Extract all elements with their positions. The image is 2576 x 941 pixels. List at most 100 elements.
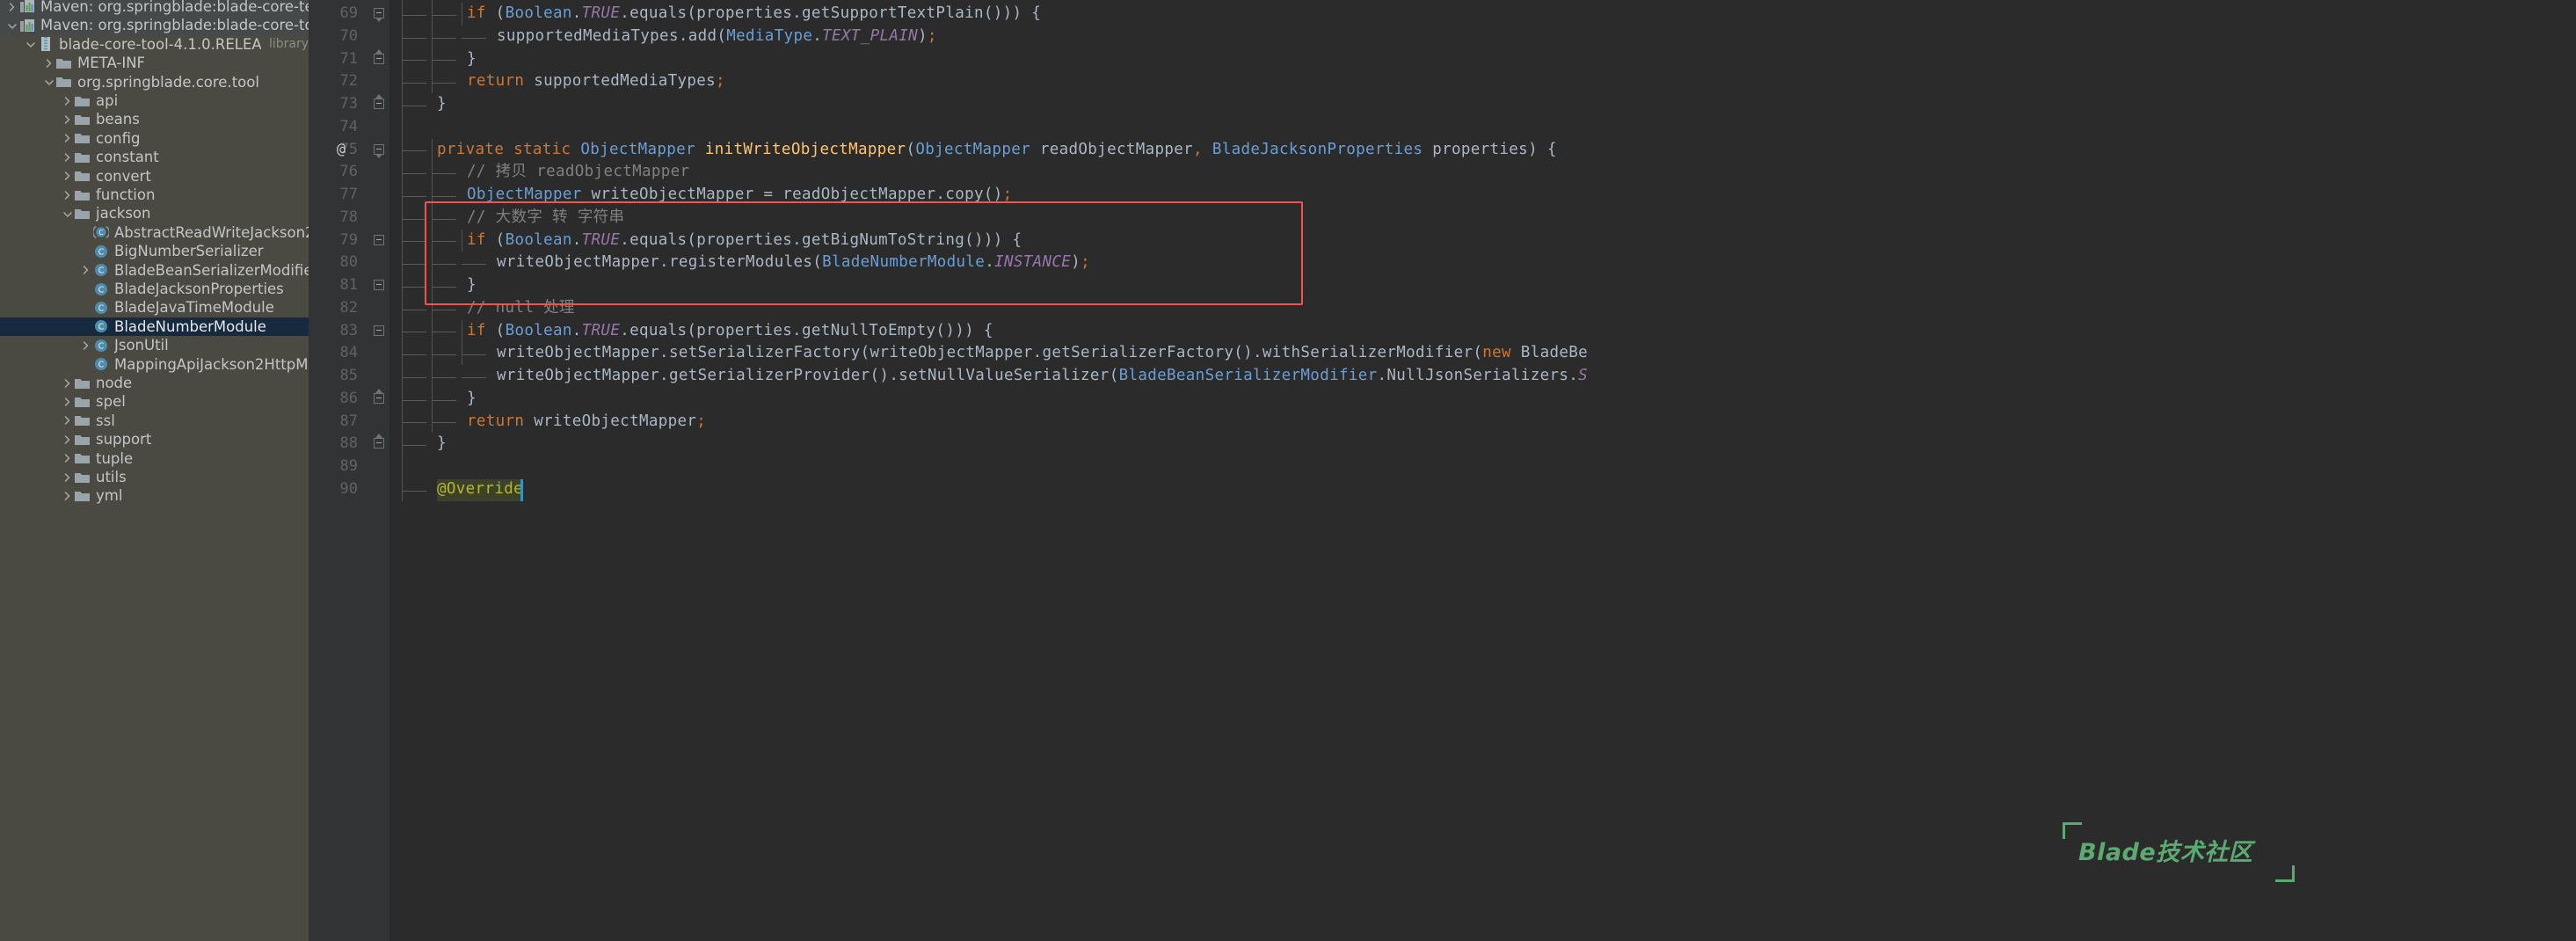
fold-marker[interactable] bbox=[374, 434, 385, 449]
code-token: Boolean bbox=[505, 4, 572, 22]
chevron-right-icon[interactable] bbox=[61, 472, 74, 483]
chevron-down-icon[interactable] bbox=[42, 78, 55, 86]
code-line[interactable]: 80 writeObjectMapper.registerModules(Blad… bbox=[309, 252, 2576, 274]
tree-item-bladejacksonproperties[interactable]: C BladeJacksonProperties bbox=[0, 280, 309, 298]
fold-marker[interactable] bbox=[374, 48, 385, 65]
code-line[interactable]: 86} bbox=[309, 388, 2576, 411]
tree-item-function[interactable]: function bbox=[0, 186, 309, 204]
chevron-right-icon[interactable] bbox=[61, 453, 74, 463]
code-line[interactable]: 79 if (Boolean.TRUE.equals(properties.get… bbox=[309, 230, 2576, 252]
tree-item-api[interactable]: api bbox=[0, 91, 309, 110]
tree-item-constant[interactable]: constant bbox=[0, 148, 309, 166]
chevron-down-icon[interactable] bbox=[5, 22, 18, 30]
chevron-right-icon[interactable] bbox=[61, 133, 74, 143]
fold-marker[interactable] bbox=[374, 94, 385, 110]
chevron-right-icon[interactable] bbox=[79, 265, 92, 275]
fold-marker[interactable] bbox=[374, 234, 385, 246]
tree-item-bladejavatimemodule[interactable]: C BladeJavaTimeModule bbox=[0, 298, 309, 317]
code-editor[interactable]: 69 if (Boolean.TRUE.equals(properties.get… bbox=[309, 0, 2576, 941]
project-tree-sidebar[interactable]: Maven: org.springblade:blade-core-test:4… bbox=[0, 0, 309, 941]
fold-marker[interactable] bbox=[374, 143, 385, 158]
fold-marker[interactable] bbox=[374, 388, 385, 405]
chevron-right-icon[interactable] bbox=[42, 58, 55, 69]
code-token: ( bbox=[485, 4, 506, 22]
tree-item-bladenumbermodule[interactable]: C BladeNumberModule bbox=[0, 317, 309, 337]
code-line[interactable]: 73} bbox=[309, 93, 2576, 116]
tree-item-maven-org-springblade-blade-core-test-4[interactable]: Maven: org.springblade:blade-core-test:4… bbox=[0, 0, 309, 17]
code-line[interactable]: 72 return supportedMediaTypes; bbox=[309, 70, 2576, 93]
tree-item-abstractreadwritejackson2httpm[interactable]: C AbstractReadWriteJackson2HttpM bbox=[0, 223, 309, 242]
tree-item-meta-inf[interactable]: META-INF bbox=[0, 54, 309, 72]
chevron-right-icon[interactable] bbox=[61, 190, 74, 201]
code-line[interactable]: 77 ObjectMapper writeObjectMapper = readO… bbox=[309, 184, 2576, 207]
code-line[interactable]: 78 // 大数字 转 字符串 bbox=[309, 207, 2576, 230]
tree-item-blade-core-tool-4-1-0-release-jar[interactable]: blade-core-tool-4.1.0.RELEASE.jar library bbox=[0, 35, 309, 54]
tree-item-convert[interactable]: convert bbox=[0, 167, 309, 186]
code-line[interactable]: 76 // 拷贝 readObjectMapper bbox=[309, 161, 2576, 184]
tree-item-config[interactable]: config bbox=[0, 129, 309, 148]
chevron-right-icon[interactable] bbox=[61, 491, 74, 501]
folder-icon bbox=[74, 207, 91, 221]
tree-item-spel[interactable]: spel bbox=[0, 392, 309, 411]
tree-item-beans[interactable]: beans bbox=[0, 110, 309, 128]
chevron-right-icon[interactable] bbox=[61, 415, 74, 426]
fold-marker[interactable] bbox=[374, 325, 385, 337]
code-line[interactable]: 88} bbox=[309, 433, 2576, 456]
chevron-right-icon[interactable] bbox=[5, 2, 18, 12]
code-line[interactable]: 81} bbox=[309, 274, 2576, 297]
code-lines-container[interactable]: 69 if (Boolean.TRUE.equals(properties.get… bbox=[309, 0, 2576, 941]
code-token: writeObjectMapper.getSerializerProvider(… bbox=[497, 367, 1119, 384]
tree-item-bignumberserializer[interactable]: C BigNumberSerializer bbox=[0, 242, 309, 260]
chevron-down-icon[interactable] bbox=[24, 40, 37, 48]
code-line[interactable]: 70 supportedMediaTypes.add(MediaType.TEXT… bbox=[309, 26, 2576, 48]
chevron-right-icon[interactable] bbox=[61, 114, 74, 125]
code-token: } bbox=[467, 49, 477, 68]
chevron-right-icon[interactable] bbox=[61, 378, 74, 389]
chevron-right-icon[interactable] bbox=[61, 152, 74, 163]
tree-item-jackson[interactable]: jackson bbox=[0, 204, 309, 222]
fold-marker[interactable] bbox=[374, 280, 385, 291]
tree-item-ssl[interactable]: ssl bbox=[0, 412, 309, 430]
code-line[interactable]: 89 bbox=[309, 456, 2576, 478]
chevron-down-icon[interactable] bbox=[61, 210, 74, 218]
code-text: writeObjectMapper.getSerializerProvider(… bbox=[497, 365, 1588, 388]
indent-guide-dash bbox=[462, 37, 486, 39]
tree-item-mappingapijackson2httpmessag[interactable]: C MappingApiJackson2HttpMessag bbox=[0, 355, 309, 374]
code-line[interactable]: 82 // null 处理 bbox=[309, 297, 2576, 320]
chevron-right-icon[interactable] bbox=[61, 434, 74, 445]
tree-item-utils[interactable]: utils bbox=[0, 468, 309, 486]
tree-item-support[interactable]: support bbox=[0, 430, 309, 449]
code-line[interactable]: 84 writeObjectMapper.setSerializerFactory… bbox=[309, 342, 2576, 365]
code-line[interactable]: 69 if (Boolean.TRUE.equals(properties.get… bbox=[309, 3, 2576, 26]
fold-marker[interactable] bbox=[374, 8, 385, 22]
chevron-right-icon[interactable] bbox=[61, 96, 74, 106]
tree-item-yml[interactable]: yml bbox=[0, 486, 309, 505]
code-line[interactable]: 71} bbox=[309, 48, 2576, 71]
code-line[interactable]: 87 return writeObjectMapper; bbox=[309, 411, 2576, 434]
tree-item-maven-org-springblade-blade-core-tool-4[interactable]: Maven: org.springblade:blade-core-tool:4… bbox=[0, 16, 309, 35]
line-number: 81 bbox=[339, 276, 358, 294]
tree-item-jsonutil[interactable]: C JsonUtil bbox=[0, 336, 309, 354]
code-line[interactable]: 90 @Override bbox=[309, 478, 2576, 501]
tree-item-tuple[interactable]: tuple bbox=[0, 449, 309, 468]
indent-guide-dash bbox=[402, 354, 426, 356]
line-number: 80 bbox=[339, 253, 358, 272]
tree-item-org-springblade-core-tool[interactable]: org.springblade.core.tool bbox=[0, 73, 309, 91]
code-line[interactable]: 74 bbox=[309, 116, 2576, 139]
chevron-right-icon[interactable] bbox=[61, 397, 74, 407]
chevron-right-icon[interactable] bbox=[79, 340, 92, 351]
folder-icon bbox=[74, 433, 91, 447]
code-text: writeObjectMapper.registerModules(BladeN… bbox=[497, 252, 1090, 274]
code-token: if bbox=[467, 321, 486, 339]
code-line[interactable]: 83 if (Boolean.TRUE.equals(properties.get… bbox=[309, 320, 2576, 343]
indent-guide-dash bbox=[402, 490, 426, 492]
tree-item-bladebeanserializermodifier[interactable]: C BladeBeanSerializerModifier bbox=[0, 261, 309, 280]
chevron-right-icon[interactable] bbox=[61, 171, 74, 181]
ide-window: Maven: org.springblade:blade-core-test:4… bbox=[0, 0, 2576, 941]
code-token: supportedMediaTypes.add( bbox=[497, 26, 727, 45]
tree-item-node[interactable]: node bbox=[0, 374, 309, 392]
code-line[interactable]: 85 writeObjectMapper.getSerializerProvide… bbox=[309, 365, 2576, 388]
code-line[interactable]: 75 @ private static ObjectMapper initWrite… bbox=[309, 139, 2576, 162]
annotation-gutter-icon[interactable]: @ bbox=[331, 139, 351, 162]
code-token: initWriteObjectMapper bbox=[704, 140, 906, 158]
